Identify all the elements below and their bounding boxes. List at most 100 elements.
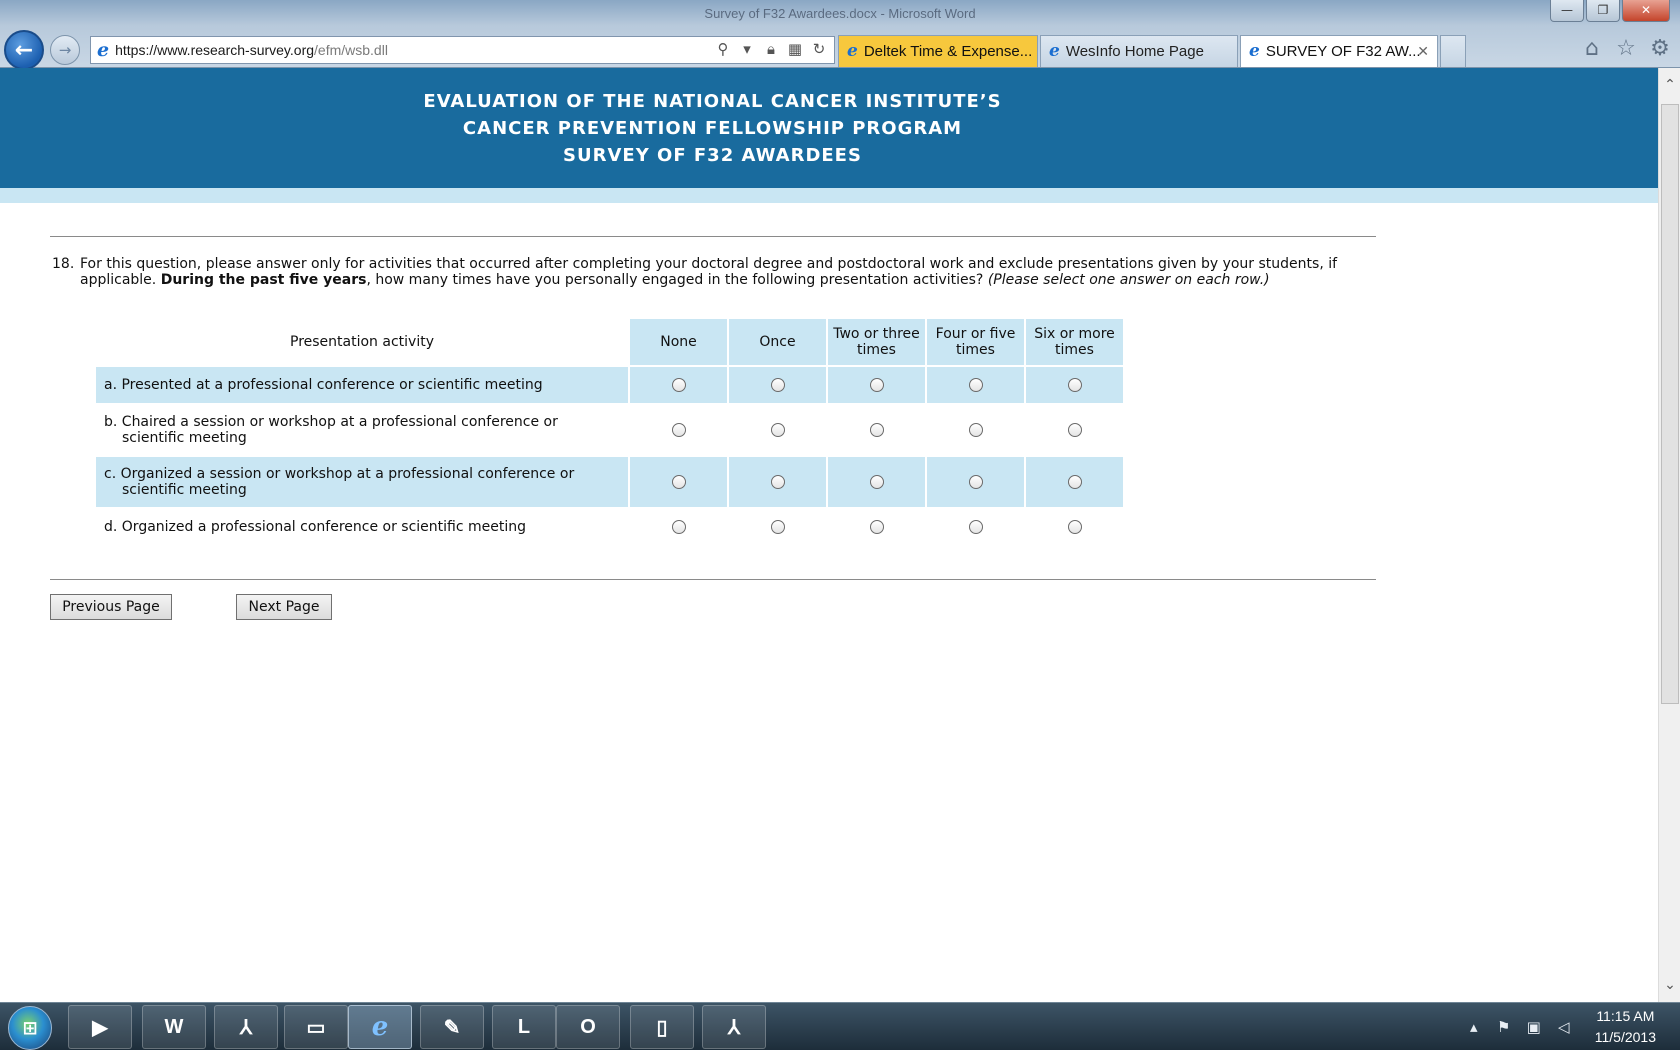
radio-c-two-three[interactable] (869, 475, 884, 489)
forward-button[interactable]: → (50, 35, 80, 65)
radio-a-six-more[interactable] (1067, 378, 1082, 392)
media-player-icon[interactable]: ▶ (68, 1005, 132, 1049)
ie-tab-icon: e (847, 41, 858, 61)
divider-top (50, 236, 1376, 237)
tab-survey-active[interactable]: e SURVEY OF F32 AW... ✕ (1240, 35, 1438, 67)
question-18: 18. For this question, please answer onl… (52, 256, 1352, 288)
row-label-text: d. Organized a professional conference o… (104, 519, 527, 535)
close-window-button[interactable]: ✕ (1622, 0, 1670, 22)
answer-cell (1026, 509, 1123, 545)
answer-cell (1026, 367, 1123, 403)
row-label-text: a. Presented at a professional conferenc… (104, 377, 543, 393)
next-page-button[interactable]: Next Page (236, 594, 332, 620)
volume-icon[interactable]: ◁ (1555, 1018, 1573, 1036)
star-icon[interactable]: ☆ (1614, 36, 1638, 62)
lync-icon[interactable]: L (492, 1005, 556, 1049)
question-number: 18. (52, 256, 75, 272)
clock-date: 11/5/2013 (1594, 1029, 1656, 1045)
notes-icon[interactable]: ✎ (420, 1005, 484, 1049)
header-option-six-more: Six or more times (1026, 319, 1123, 365)
radio-c-none[interactable] (671, 475, 686, 489)
survey-banner: EVALUATION OF THE NATIONAL CANCER INSTIT… (0, 68, 1658, 188)
answer-cell (630, 457, 727, 507)
folder-icon[interactable]: ▭ (284, 1005, 348, 1049)
lock-icon[interactable]: 🔒︎ (762, 40, 780, 58)
close-tab-icon[interactable]: ✕ (1417, 43, 1429, 60)
home-icon[interactable]: ⌂ (1580, 36, 1604, 62)
compatibility-view-icon[interactable]: ▦ (786, 40, 804, 58)
radio-b-two-three[interactable] (869, 423, 884, 437)
site-favicon-icon: e (97, 38, 110, 61)
page-viewport: EVALUATION OF THE NATIONAL CANCER INSTIT… (0, 68, 1658, 1002)
banner-line-3: SURVEY OF F32 AWARDEES (563, 145, 862, 166)
tab-deltek[interactable]: e Deltek Time & Expense... (838, 35, 1038, 67)
search-icon[interactable]: ⚲ (714, 40, 732, 58)
forward-arrow-icon: → (58, 41, 72, 59)
previous-page-button[interactable]: Previous Page (50, 594, 172, 620)
radio-a-once[interactable] (770, 378, 785, 392)
tab-label: SURVEY OF F32 AW... (1265, 43, 1421, 60)
row-label: c. Organized a session or workshop at a … (96, 457, 628, 507)
radio-c-once[interactable] (770, 475, 785, 489)
table-row: b. Chaired a session or workshop at a pr… (96, 405, 1123, 455)
answer-cell (1026, 457, 1123, 507)
row-label-text: b. Chaired a session or workshop at a pr… (104, 414, 558, 446)
radio-d-two-three[interactable] (869, 520, 884, 534)
ie-tab-icon: e (1049, 41, 1060, 61)
word-icon[interactable]: W (142, 1005, 206, 1049)
window-title: Survey of F32 Awardees.docx - Microsoft … (704, 6, 976, 21)
back-button[interactable]: ← (4, 30, 44, 70)
banner-accent-strip (0, 188, 1658, 203)
restore-button[interactable]: ❐ (1586, 0, 1620, 22)
answer-cell (927, 367, 1024, 403)
blank-document-icon[interactable]: ▯ (630, 1005, 694, 1049)
radio-b-once[interactable] (770, 423, 785, 437)
answer-cell (1026, 405, 1123, 455)
outlook-icon[interactable]: O (556, 1005, 620, 1049)
table-row: d. Organized a professional conference o… (96, 509, 1123, 545)
start-button[interactable]: ⊞ (8, 1006, 52, 1050)
answer-cell (927, 457, 1024, 507)
new-tab-button[interactable] (1440, 35, 1466, 67)
refresh-icon[interactable]: ↻ (810, 40, 828, 58)
show-hidden-icons-icon[interactable]: ▴ (1465, 1018, 1483, 1036)
address-tools: ⚲ ▾ 🔒︎ ▦ ↻ (714, 40, 828, 58)
radio-c-six-more[interactable] (1067, 475, 1082, 489)
radio-d-none[interactable] (671, 520, 686, 534)
scroll-up-icon[interactable]: ⌃ (1659, 74, 1680, 96)
word-letter: W (164, 1015, 184, 1038)
radio-d-four-five[interactable] (968, 520, 983, 534)
tab-label: Deltek Time & Expense... (863, 43, 1033, 60)
scroll-down-icon[interactable]: ⌄ (1659, 974, 1680, 996)
vertical-scrollbar[interactable]: ⌃ ⌄ (1658, 68, 1680, 1002)
action-center-flag-icon[interactable]: ⚑ (1495, 1018, 1513, 1036)
radio-b-six-more[interactable] (1067, 423, 1082, 437)
radio-b-none[interactable] (671, 423, 686, 437)
clock[interactable]: 11:15 AM 11/5/2013 (1595, 1006, 1656, 1048)
radio-d-six-more[interactable] (1067, 520, 1082, 534)
tab-label: WesInfo Home Page (1065, 43, 1204, 60)
question-instruction: (Please select one answer on each row.) (987, 272, 1270, 288)
tab-wesinfo[interactable]: e WesInfo Home Page (1040, 35, 1238, 67)
answer-cell (630, 405, 727, 455)
header-option-none: None (630, 319, 727, 365)
radio-a-four-five[interactable] (968, 378, 983, 392)
radio-c-four-five[interactable] (968, 475, 983, 489)
dropdown-icon[interactable]: ▾ (738, 40, 756, 58)
network-icon[interactable]: ▣ (1525, 1018, 1543, 1036)
radio-b-four-five[interactable] (968, 423, 983, 437)
radio-a-two-three[interactable] (869, 378, 884, 392)
radio-d-once[interactable] (770, 520, 785, 534)
radio-a-none[interactable] (671, 378, 686, 392)
header-presentation-activity: Presentation activity (290, 334, 434, 350)
internet-explorer-icon[interactable]: e (348, 1005, 412, 1049)
pdf-icon[interactable]: ⅄ (702, 1005, 766, 1049)
gear-icon[interactable]: ⚙ (1648, 36, 1672, 62)
scroll-thumb[interactable] (1661, 104, 1679, 704)
minimize-button[interactable]: — (1550, 0, 1584, 22)
address-bar[interactable]: e https://www.research-survey.org/efm/ws… (90, 36, 835, 64)
answer-cell (828, 405, 925, 455)
row-label: d. Organized a professional conference o… (96, 509, 628, 545)
clock-time: 11:15 AM (1596, 1008, 1655, 1024)
acrobat-icon[interactable]: ⅄ (214, 1005, 278, 1049)
